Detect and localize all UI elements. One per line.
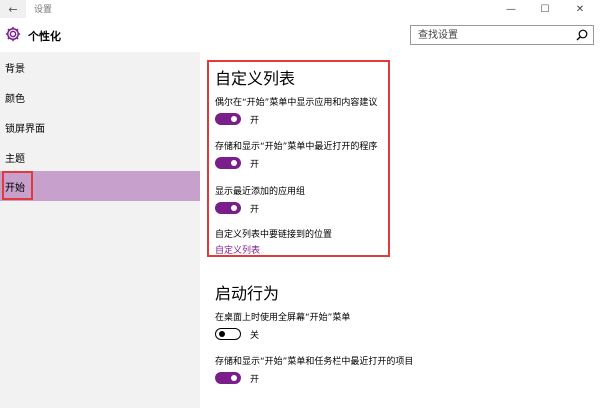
setting-label-fullscreen-start: 在桌面上时使用全屏幕“开始”菜单 [215,313,351,323]
gear-icon [5,26,21,42]
toggle-recent-items[interactable] [215,372,241,384]
toggle-row-recent-apps: 开 [215,202,260,215]
toggle-suggestions[interactable] [215,113,241,125]
toggle-knob [231,375,237,381]
setting-label-suggestions: 偶尔在“开始”菜单中显示应用和内容建议 [215,98,378,108]
toggle-row-recent-programs: 开 [215,157,260,170]
minimize-button[interactable]: — [496,0,526,18]
close-button[interactable]: ✕ [565,0,595,18]
setting-label-recent-items: 存储和显示“开始”菜单和任务栏中最近打开的项目 [215,357,414,367]
sidebar-item-colors[interactable]: 颜色 [0,82,200,112]
toggle-fullscreen-start[interactable] [215,328,241,340]
section-title-startup-behavior: 启动行为 [215,284,280,303]
search-icon[interactable] [576,29,588,41]
main-content: 自定义列表 偶尔在“开始”菜单中显示应用和内容建议 开 存储和显示“开始”菜单中… [200,52,600,408]
toggle-state-text: 开 [250,374,260,385]
toggle-knob [231,160,237,166]
search-box[interactable] [410,25,594,45]
sidebar-item-start[interactable]: 开始 [0,171,200,201]
sidebar-item-label: 开始 [5,182,25,194]
header: 个性化 [0,18,600,52]
toggle-state-text: 关 [250,330,260,341]
sidebar-item-background[interactable]: 背景 [0,52,200,82]
toggle-row-suggestions: 开 [215,113,260,126]
sidebar-item-lock-screen[interactable]: 锁屏界面 [0,112,200,142]
back-arrow-icon: ← [8,2,18,16]
page-title: 个性化 [28,30,61,43]
sidebar-item-themes[interactable]: 主题 [0,142,200,172]
toggle-knob [231,205,237,211]
maximize-button[interactable]: ☐ [530,0,560,18]
custom-list-link[interactable]: 自定义列表 [215,243,260,256]
toggle-state-text: 开 [250,115,260,126]
setting-label-recent-apps: 显示最近添加的应用组 [215,187,306,197]
toggle-knob [219,330,225,337]
toggle-row-recent-items: 开 [215,372,260,385]
toggle-knob [231,116,237,122]
section-title-custom-list: 自定义列表 [215,69,296,88]
setting-label-recent-programs: 存储和显示“开始”菜单中最近打开的程序 [215,142,378,152]
toggle-recent-apps[interactable] [215,202,241,214]
toggle-state-text: 开 [250,159,260,170]
setting-label-link-locations: 自定义列表中要链接到的位置 [215,230,333,240]
toggle-row-fullscreen-start: 关 [215,328,260,341]
search-input[interactable] [411,26,571,44]
toggle-state-text: 开 [250,204,260,215]
window-title: 设置 [34,5,53,15]
sidebar: 背景 颜色 锁屏界面 主题 开始 [0,52,200,408]
toggle-recent-programs[interactable] [215,157,241,169]
title-bar: ← 设置 — ☐ ✕ [0,0,600,18]
back-button[interactable]: ← [0,0,26,18]
